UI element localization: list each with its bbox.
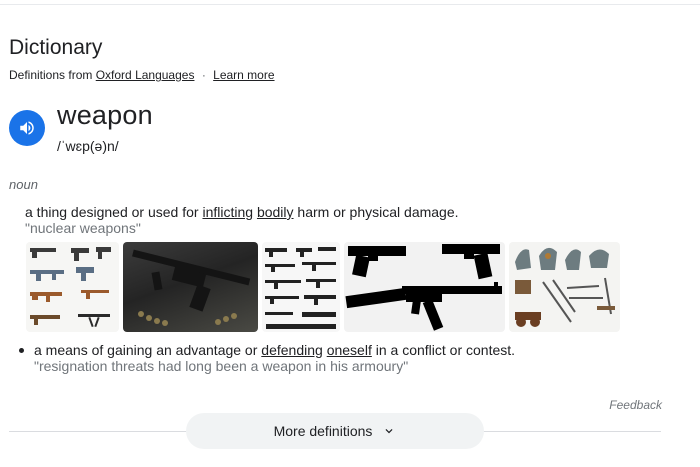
link-defending[interactable]: defending [261,342,323,358]
image-medieval-weapons-illustration[interactable] [509,242,620,332]
more-definitions-label: More definitions [273,423,373,439]
learn-more-link[interactable]: Learn more [213,68,274,82]
definition-2-example: "resignation threats had long been a wea… [34,358,409,374]
image-firearm-types-chart[interactable] [26,242,119,332]
definition-1: a thing designed or used for inflicting … [25,204,459,220]
bullet-icon [19,348,24,353]
more-definitions-button[interactable]: More definitions [186,413,484,449]
image-firearm-silhouettes-grid[interactable] [262,242,340,332]
image-pistol-and-rifle-silhouettes[interactable] [344,242,505,332]
section-heading: Dictionary [9,36,103,59]
oxford-languages-link[interactable]: Oxford Languages [96,68,195,82]
link-inflicting[interactable]: inflicting [202,204,253,220]
chevron-down-icon [385,429,393,434]
part-of-speech: noun [9,177,38,192]
source-separator: · [201,68,206,82]
definition-2: a means of gaining an advantage or defen… [34,342,516,358]
image-assault-rifle-photo[interactable] [123,242,258,332]
phonetic-spelling: /ˈwɛp(ə)n/ [57,138,119,154]
link-oneself[interactable]: oneself [327,342,372,358]
top-divider [0,4,700,5]
speaker-icon [20,121,34,135]
feedback-link[interactable]: Feedback [609,398,662,412]
source-line: Definitions from Oxford Languages · Lear… [9,68,275,82]
link-bodily[interactable]: bodily [257,204,294,220]
definition-1-example: "nuclear weapons" [25,220,141,236]
source-prefix: Definitions from [9,68,93,82]
headword: weapon [57,100,153,130]
pronunciation-button[interactable] [9,110,45,146]
